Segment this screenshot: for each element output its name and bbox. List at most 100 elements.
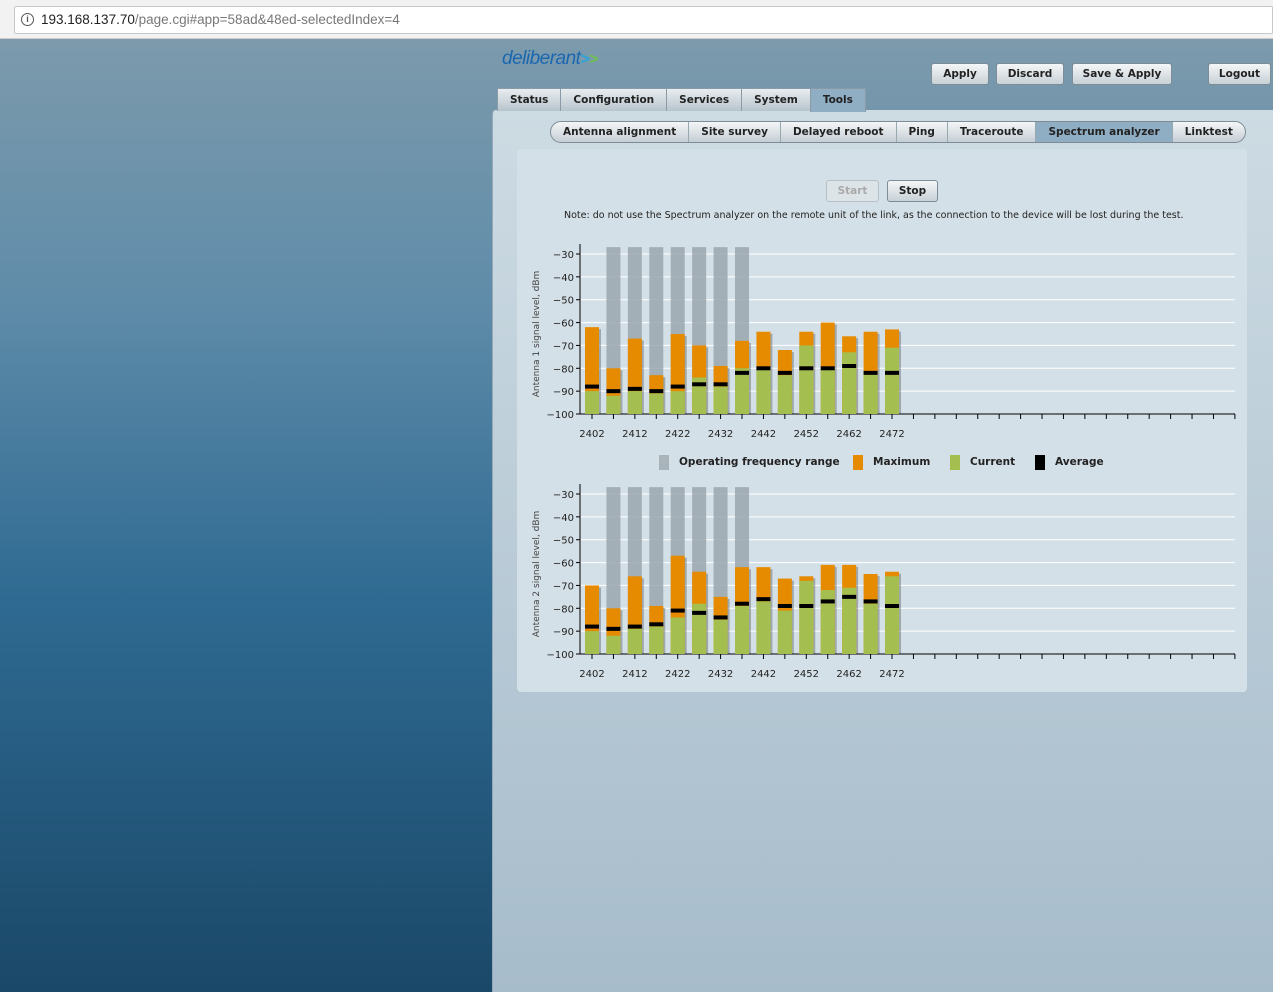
current-bar — [799, 345, 814, 414]
discard-button[interactable]: Discard — [996, 63, 1064, 85]
current-bar — [777, 610, 792, 654]
browser-bar: i 193.168.137.70/page.cgi#app=58ad&48ed-… — [0, 0, 1273, 39]
current-bar — [885, 576, 900, 654]
x-tick-label: 2422 — [665, 669, 690, 680]
stop-button[interactable]: Stop — [887, 180, 938, 202]
current-bar — [842, 352, 857, 414]
start-button[interactable]: Start — [826, 180, 879, 202]
current-bar — [649, 626, 664, 654]
y-tick-label: −60 — [553, 319, 574, 330]
legend-average-label: Average — [1055, 456, 1104, 468]
average-marker — [842, 594, 857, 599]
legend-operating-label: Operating frequency range — [679, 456, 840, 468]
x-tick-label: 2432 — [708, 429, 733, 440]
subtab-traceroute[interactable]: Traceroute — [948, 122, 1037, 142]
x-tick-label: 2462 — [836, 669, 861, 680]
average-marker — [585, 384, 599, 389]
current-bar — [649, 393, 664, 414]
y-tick-label: −30 — [553, 490, 574, 501]
subtab-antenna-alignment[interactable]: Antenna alignment — [551, 122, 690, 142]
x-tick-label: 2402 — [579, 429, 604, 440]
y-tick-label: −90 — [553, 627, 574, 638]
subtab-site-survey[interactable]: Site survey — [689, 122, 781, 142]
subtab-ping[interactable]: Ping — [897, 122, 948, 142]
current-bar — [735, 368, 750, 414]
average-marker — [649, 622, 664, 627]
average-marker — [670, 608, 685, 613]
current-bar — [713, 386, 728, 414]
x-tick-label: 2462 — [836, 429, 861, 440]
x-tick-label: 2432 — [708, 669, 733, 680]
tab-services[interactable]: Services — [666, 88, 743, 111]
tab-configuration[interactable]: Configuration — [560, 88, 668, 111]
logo-arrows-icon: >> — [580, 51, 599, 68]
legend-maximum-label: Maximum — [873, 456, 931, 468]
url-host: 193.168.137.70 — [41, 12, 135, 27]
current-bar — [606, 635, 621, 654]
tools-subtabs: Antenna alignment Site survey Delayed re… — [550, 121, 1246, 143]
current-bar — [627, 628, 642, 654]
average-marker — [820, 599, 835, 604]
average-marker — [756, 597, 771, 602]
y-tick-label: −80 — [553, 364, 574, 375]
subtab-linktest[interactable]: Linktest — [1173, 122, 1245, 142]
x-tick-label: 2412 — [622, 429, 647, 440]
average-marker — [692, 382, 707, 387]
x-tick-label: 2472 — [879, 429, 904, 440]
y-axis-label: Antenna 2 signal level, dBm — [532, 511, 542, 638]
average-marker — [885, 604, 900, 608]
maximum-swatch — [853, 455, 863, 470]
current-bar — [777, 375, 792, 414]
apply-button[interactable]: Apply — [931, 63, 989, 85]
average-marker — [799, 366, 814, 371]
current-bar — [585, 391, 599, 414]
average-marker — [799, 604, 814, 608]
y-tick-label: −50 — [553, 296, 574, 307]
deliberant-logo: deliberant>> — [502, 48, 599, 70]
average-marker — [606, 626, 621, 631]
average-marker — [670, 384, 685, 389]
average-marker — [627, 386, 642, 391]
average-marker — [863, 599, 878, 604]
y-tick-label: −70 — [553, 581, 574, 592]
current-bar — [756, 601, 771, 654]
address-bar[interactable]: i 193.168.137.70/page.cgi#app=58ad&48ed-… — [14, 6, 1273, 34]
x-tick-label: 2452 — [794, 429, 819, 440]
average-marker — [649, 389, 664, 394]
x-tick-label: 2472 — [879, 669, 904, 680]
info-icon[interactable]: i — [21, 13, 34, 26]
average-marker — [863, 370, 878, 375]
current-bar — [606, 395, 621, 414]
subtab-spectrum-analyzer[interactable]: Spectrum analyzer — [1036, 122, 1173, 142]
subtab-delayed-reboot[interactable]: Delayed reboot — [781, 122, 897, 142]
average-marker — [885, 370, 900, 375]
x-tick-label: 2422 — [665, 429, 690, 440]
current-bar — [585, 631, 599, 654]
tab-system[interactable]: System — [741, 88, 811, 111]
average-marker — [606, 389, 621, 394]
current-bar — [713, 619, 728, 654]
current-bar — [885, 347, 900, 414]
save-apply-button[interactable]: Save & Apply — [1072, 63, 1172, 85]
average-marker — [756, 366, 771, 371]
y-tick-label: −30 — [553, 250, 574, 261]
current-bar — [799, 580, 814, 654]
average-marker — [777, 604, 792, 608]
x-tick-label: 2442 — [751, 669, 776, 680]
logo-text: deliberant — [502, 48, 581, 69]
legend-maximum: Maximum — [853, 455, 930, 470]
tab-tools[interactable]: Tools — [809, 88, 866, 112]
average-marker — [735, 370, 750, 375]
y-tick-label: −80 — [553, 604, 574, 615]
logout-button[interactable]: Logout — [1208, 63, 1271, 85]
y-tick-label: −40 — [553, 273, 574, 284]
average-marker — [735, 601, 750, 606]
tab-status[interactable]: Status — [497, 88, 562, 111]
main-tabs: Status Configuration Services System Too… — [497, 88, 866, 112]
y-tick-label: −50 — [553, 536, 574, 547]
x-tick-label: 2412 — [622, 669, 647, 680]
antenna-2-chart: −30 −40 −50 −60 −70 −80 −90 −100 Antenna 2 signa… — [532, 484, 1236, 680]
url-path: /page.cgi#app=58ad&48ed-selectedIndex=4 — [134, 12, 400, 27]
average-marker — [820, 366, 835, 371]
average-marker — [842, 364, 857, 368]
